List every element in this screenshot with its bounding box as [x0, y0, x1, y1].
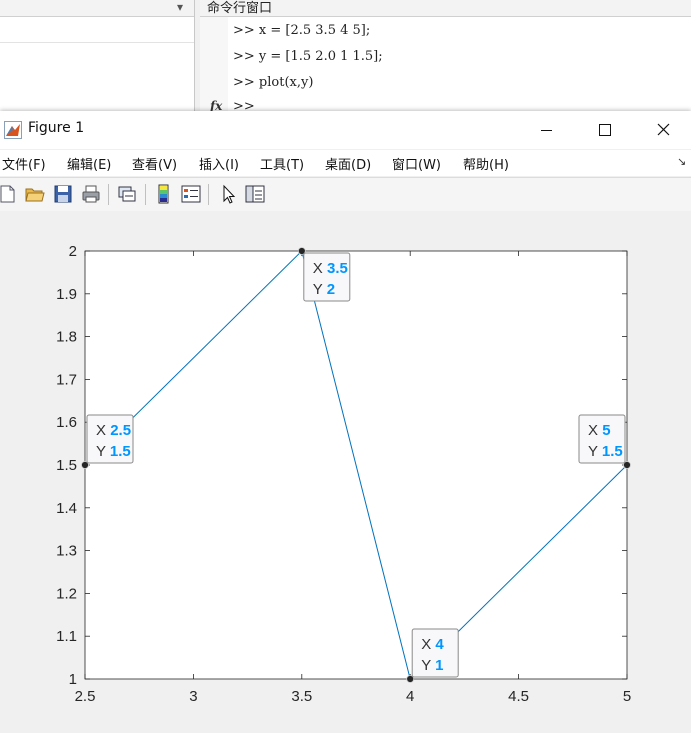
- y-tick-label: 1: [69, 671, 77, 688]
- command-line: >> y = [1.5 2.0 1 1.5];: [233, 49, 383, 64]
- maximize-button[interactable]: [590, 115, 620, 145]
- figure-title-bar[interactable]: Figure 1: [0, 111, 691, 149]
- panel-row-divider: [0, 42, 194, 43]
- x-tick-label: 4: [406, 688, 414, 705]
- command-window-header: 命令行窗口: [200, 0, 691, 17]
- menu-edit[interactable]: 编辑(E): [67, 154, 111, 173]
- workspace-panel-header: [0, 0, 194, 17]
- figure-toolbar: [0, 177, 691, 212]
- legend-icon[interactable]: [180, 183, 202, 205]
- y-tick-label: 1.8: [56, 329, 77, 346]
- menu-insert[interactable]: 插入(I): [199, 154, 239, 173]
- data-tip-x-value: 3.5: [327, 260, 348, 277]
- toolbar-separator: [145, 184, 146, 205]
- data-tip-y-label: Y 1.5: [588, 443, 623, 460]
- figure-title: Figure 1: [28, 120, 85, 136]
- plot-area: 2.5 3 3.5 4 4.5 5 1 1.1 1.2 1.3 1.4 1.5 1.6 1.7 1.8 1.9…: [0, 211, 691, 733]
- x-tick-label: 4.5: [508, 688, 529, 705]
- data-tip[interactable]: X 2.5 Y 1.5: [86, 414, 134, 464]
- command-line: >> plot(x,y): [233, 75, 314, 90]
- data-tip-x-label: X 3.5: [313, 260, 348, 277]
- y-tick-label: 1.6: [56, 414, 77, 431]
- y-tick-label: 2: [69, 243, 77, 260]
- data-tip-x-value: 5: [602, 422, 610, 439]
- menu-window[interactable]: 窗口(W): [392, 154, 441, 173]
- menu-file[interactable]: 文件(F): [2, 154, 46, 173]
- toolbar-separator: [108, 184, 109, 205]
- y-tick-label: 1.2: [56, 585, 77, 602]
- menu-help[interactable]: 帮助(H): [463, 154, 509, 173]
- data-tip[interactable]: X 4 Y 1: [411, 628, 459, 678]
- print-icon[interactable]: [80, 183, 102, 205]
- figure-menu-bar: 文件(F) 编辑(E) 查看(V) 插入(I) 工具(T) 桌面(D) 窗口(W…: [0, 150, 691, 176]
- data-tip[interactable]: X 5 Y 1.5: [578, 414, 626, 464]
- command-window[interactable]: 命令行窗口 >> x = [2.5 3.5 4 5]; >> y = [1.5 …: [200, 0, 691, 115]
- data-tip-y-value: 2: [327, 281, 335, 298]
- data-tip-y-value: 1.5: [110, 443, 131, 460]
- data-tip-y-value: 1: [435, 657, 443, 674]
- new-figure-icon[interactable]: [0, 183, 18, 205]
- data-tip-y-label: Y 1: [421, 657, 443, 674]
- data-tip-x-label: X 4: [421, 636, 444, 653]
- y-tick-label: 1.4: [56, 500, 77, 517]
- data-tip-x-label: X 2.5: [96, 422, 131, 439]
- figure-window: Figure 1 文件(F) 编辑(E) 查看(V) 插入(I) 工具(T) 桌…: [0, 111, 691, 733]
- open-folder-icon[interactable]: [24, 183, 46, 205]
- property-inspector-icon[interactable]: [244, 183, 266, 205]
- data-tip-x-value: 2.5: [110, 422, 131, 439]
- y-tick-label: 1.1: [56, 628, 77, 645]
- save-icon[interactable]: [52, 183, 74, 205]
- y-tick-label: 1.3: [56, 543, 77, 560]
- x-tick-label: 5: [623, 688, 631, 705]
- data-tip-y-label: Y 2: [313, 281, 335, 298]
- y-tick-label: 1.5: [56, 457, 77, 474]
- y-tick-label: 1.7: [56, 371, 77, 388]
- data-tip-y-label: Y 1.5: [96, 443, 131, 460]
- panel-menu-chevron-icon[interactable]: ▾: [172, 0, 188, 14]
- x-tick-label: 2.5: [75, 688, 96, 705]
- minimize-button[interactable]: [532, 115, 562, 145]
- data-tip-y-value: 1.5: [602, 443, 623, 460]
- data-tip[interactable]: X 3.5 Y 2: [303, 252, 351, 302]
- close-button[interactable]: [648, 115, 678, 145]
- toolbar-separator: [208, 184, 209, 205]
- menubar-overflow-icon[interactable]: ↘: [677, 155, 686, 168]
- maximize-icon: [599, 124, 611, 136]
- x-tick-label: 3.5: [291, 688, 312, 705]
- menu-tools[interactable]: 工具(T): [260, 154, 304, 173]
- data-tip-x-label: X 5: [588, 422, 611, 439]
- line-chart[interactable]: 2.5 3 3.5 4 4.5 5 1 1.1 1.2 1.3 1.4 1.5 1.6 1.7 1.8 1.9…: [0, 211, 691, 733]
- menu-view[interactable]: 查看(V): [132, 154, 177, 173]
- close-icon: [657, 123, 670, 136]
- command-line: >> x = [2.5 3.5 4 5];: [233, 23, 371, 38]
- command-window-title: 命令行窗口: [207, 1, 273, 16]
- colorbar-icon[interactable]: [153, 183, 175, 205]
- workspace-panel: ▾: [0, 0, 195, 115]
- y-tick-label: 1.9: [56, 286, 77, 303]
- link-plot-icon[interactable]: [116, 183, 138, 205]
- matlab-logo-icon: [4, 121, 22, 139]
- pointer-icon[interactable]: [217, 183, 239, 205]
- minimize-icon: [541, 130, 552, 131]
- data-tip-x-value: 4: [435, 636, 444, 653]
- x-tick-label: 3: [189, 688, 197, 705]
- menu-desktop[interactable]: 桌面(D): [325, 154, 371, 173]
